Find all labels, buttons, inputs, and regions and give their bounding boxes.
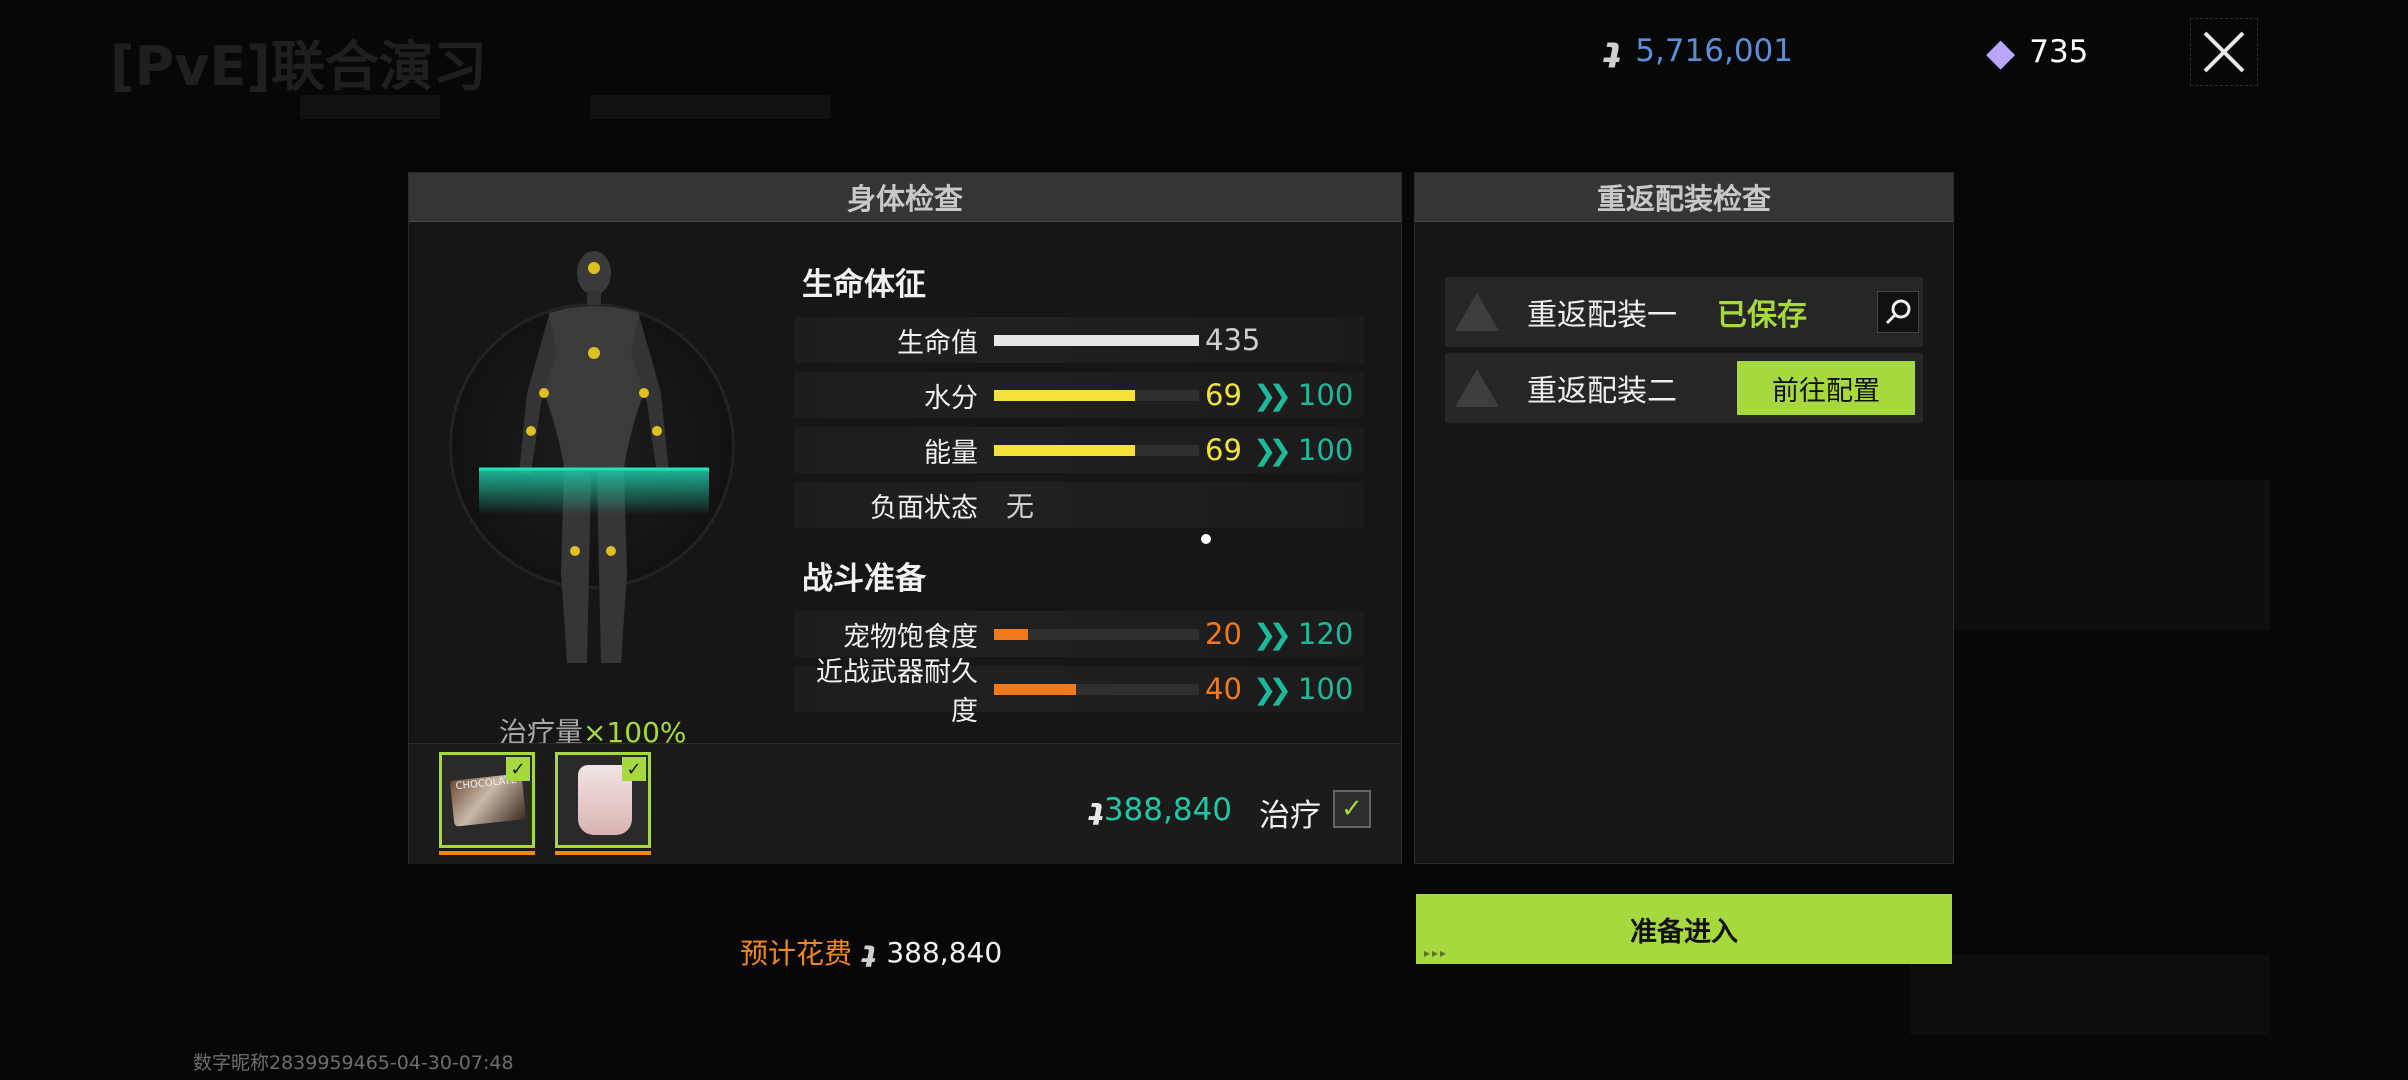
stat-max: 120 <box>1297 617 1354 651</box>
mannequin-icon <box>479 251 709 663</box>
stat-row-negative: 负面状态 无 <box>794 482 1364 528</box>
stat-row-health: 生命值 435 <box>794 317 1364 363</box>
bg-decor <box>1950 480 2270 630</box>
loadout-status: 已保存 <box>1717 298 1807 333</box>
combat-title: 战斗准备 <box>802 561 926 597</box>
stat-bar-fill <box>994 444 1136 456</box>
estimated-cost: 预计花费 ʇ 388,840 <box>740 932 1002 972</box>
stat-value: 435 <box>1205 323 1261 357</box>
loadout-row-1: 重返配装一 已保存 <box>1445 277 1923 347</box>
loadout-name: 重返配装一 <box>1527 298 1677 333</box>
item-yogurt[interactable]: ✓ <box>555 752 651 855</box>
check-icon: ✓ <box>1341 794 1363 824</box>
stat-label: 能量 <box>924 437 978 469</box>
loadout-icon <box>1455 293 1499 331</box>
stat-value: 20 <box>1205 617 1242 651</box>
loadout-check-panel: 重返配装检查 重返配装一 已保存 重返配装二 前往配置 <box>1414 172 1954 864</box>
stat-bar <box>994 389 1199 401</box>
inspect-button[interactable] <box>1877 291 1919 333</box>
vitals-title: 生命体征 <box>802 267 926 303</box>
loadout-check-header: 重返配装检查 <box>1415 173 1953 222</box>
stat-label: 生命值 <box>897 327 978 359</box>
stat-max: 100 <box>1297 672 1354 706</box>
chocolate-icon: CHOCOLATE <box>449 773 527 827</box>
estimate-value: 388,840 <box>886 935 1003 969</box>
body-check-header: 身体检查 <box>409 173 1401 222</box>
arrow-icon: ❯❯ <box>1253 378 1292 412</box>
stat-value: 69 <box>1205 378 1242 412</box>
watermark: 数字昵称2839959465-04-30-07:48 <box>193 1052 514 1074</box>
gem-amount: 735 <box>2029 34 2089 70</box>
stat-bar-fill <box>994 628 1029 640</box>
cursor <box>1201 534 1211 544</box>
heal-items-bar: CHOCOLATE ✓ ✓ ʇ388,840 治疗 ✓ <box>409 743 1401 864</box>
stat-value: 69 <box>1205 433 1242 467</box>
stat-row-weapon-durability: 近战武器耐久度 40 ❯❯ 100 <box>794 657 1364 727</box>
arrow-icon: ❯❯ <box>1253 672 1292 706</box>
stat-bar <box>994 444 1199 456</box>
stat-bar <box>994 628 1199 640</box>
coin-icon: ʇ <box>1604 30 1622 71</box>
stat-label: 近战武器耐久度 <box>816 657 978 727</box>
coin-icon: ʇ <box>1089 792 1104 828</box>
item-chocolate[interactable]: CHOCOLATE ✓ <box>439 752 535 855</box>
stat-row-energy: 能量 69 ❯❯ 100 <box>794 427 1364 473</box>
search-icon <box>1885 299 1911 325</box>
gem-balance: ◆ 735 <box>1986 30 2088 74</box>
gem-icon: ◆ <box>1986 30 2016 74</box>
stat-bar-fill <box>994 334 1199 346</box>
coin-balance: ʇ 5,716,001 <box>1604 30 1793 71</box>
stat-label: 负面状态 <box>870 492 978 524</box>
coin-icon: ʇ <box>862 934 877 970</box>
heal-cost-value: 388,840 <box>1103 792 1233 828</box>
stat-max: 100 <box>1297 378 1354 412</box>
estimate-label: 预计花费 <box>740 937 853 970</box>
arrow-icon: ❯❯ <box>1253 617 1292 651</box>
ready-enter-button[interactable]: 准备进入 ▸▸▸ <box>1416 894 1952 964</box>
stat-label: 宠物饱食度 <box>843 621 978 653</box>
stat-label: 水分 <box>924 382 978 414</box>
loadout-row-2: 重返配装二 前往配置 <box>1445 353 1923 423</box>
loadout-icon <box>1455 369 1499 407</box>
heal-label: 治疗 <box>1259 798 1321 834</box>
background-title: [PvE]联合演习 <box>110 35 488 98</box>
coin-amount: 5,716,001 <box>1635 32 1793 69</box>
decor-dots: ▸▸▸ <box>1424 946 1449 960</box>
item-underline <box>555 851 651 855</box>
item-underline <box>439 851 535 855</box>
heal-cost: ʇ388,840 <box>1089 792 1232 828</box>
bg-decor <box>590 95 830 119</box>
stat-bar-fill <box>994 389 1136 401</box>
stat-bar <box>994 334 1199 346</box>
close-button[interactable] <box>2190 18 2258 86</box>
check-icon: ✓ <box>506 757 530 781</box>
arrow-icon: ❯❯ <box>1253 433 1292 467</box>
body-figure: 治疗量×100% <box>439 243 735 749</box>
heal-checkbox[interactable]: ✓ <box>1333 790 1371 828</box>
bg-decor <box>1910 955 2270 1035</box>
goto-config-button[interactable]: 前往配置 <box>1737 361 1915 415</box>
negative-status-value: 无 <box>1006 490 1035 523</box>
stat-bar-fill <box>994 683 1076 695</box>
stat-value: 40 <box>1205 672 1242 706</box>
bg-decor <box>300 95 440 119</box>
stat-row-water: 水分 69 ❯❯ 100 <box>794 372 1364 418</box>
close-icon <box>2203 31 2245 73</box>
stat-max: 100 <box>1297 433 1354 467</box>
check-icon: ✓ <box>622 757 646 781</box>
stat-bar <box>994 683 1199 695</box>
ready-enter-label: 准备进入 <box>1630 916 1738 948</box>
body-check-panel: 身体检查 治疗量×100% 生命体征 生命值 435 水分 69 ❯❯ 100 … <box>408 172 1402 864</box>
loadout-name: 重返配装二 <box>1527 374 1677 409</box>
